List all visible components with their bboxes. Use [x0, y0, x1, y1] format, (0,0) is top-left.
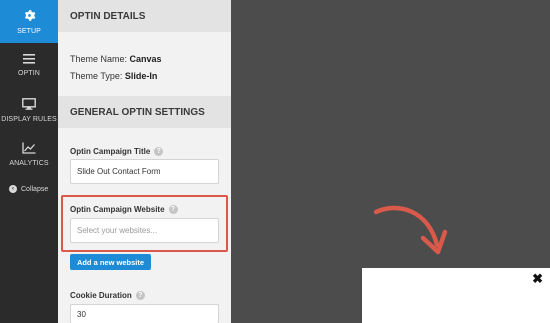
- campaign-title-input[interactable]: Slide Out Contact Form: [70, 159, 219, 184]
- nav-item-display-rules[interactable]: DISPLAY RULES: [0, 98, 58, 128]
- curved-arrow-annotation: [373, 205, 448, 255]
- nav-item-optin[interactable]: OPTIN: [0, 54, 58, 84]
- theme-name-line: Theme Name: Canvas: [70, 51, 162, 68]
- preview-area: ✖: [231, 0, 550, 323]
- highlight-annotation-box: [61, 195, 228, 252]
- nav-label-optin: OPTIN: [18, 70, 40, 77]
- theme-type-value: Slide-In: [124, 71, 158, 81]
- close-icon[interactable]: ✖: [532, 271, 543, 287]
- menu-icon: [0, 54, 58, 66]
- add-website-button[interactable]: Add a new website: [70, 254, 151, 270]
- nav-item-analytics[interactable]: ANALYTICS: [0, 142, 58, 172]
- gear-icon: [0, 9, 58, 24]
- theme-type-line: Theme Type: Slide-In: [70, 68, 162, 85]
- nav-label-display-rules: DISPLAY RULES: [1, 116, 57, 123]
- cookie-duration-input[interactable]: 30: [70, 304, 219, 323]
- monitor-icon: [0, 98, 58, 112]
- theme-type-label: Theme Type:: [70, 71, 123, 81]
- cookie-duration-label: Cookie Duration ?: [70, 291, 145, 300]
- collapse-button[interactable]: ‹ Collapse: [9, 185, 48, 193]
- cookie-duration-label-text: Cookie Duration: [70, 291, 132, 300]
- optin-details-header: OPTIN DETAILS: [58, 0, 231, 32]
- chart-icon: [0, 142, 58, 156]
- nav-item-setup[interactable]: SETUP: [0, 0, 58, 43]
- help-icon[interactable]: ?: [154, 147, 164, 156]
- campaign-title-label: Optin Campaign Title ?: [70, 147, 164, 156]
- collapse-label: Collapse: [21, 185, 49, 193]
- theme-name-label: Theme Name:: [70, 54, 128, 64]
- settings-panel: OPTIN DETAILS Theme Name: Canvas Theme T…: [58, 0, 231, 323]
- chevron-left-icon: ‹: [9, 185, 17, 193]
- theme-name-value: Canvas: [129, 54, 162, 64]
- theme-info: Theme Name: Canvas Theme Type: Slide-In: [70, 51, 162, 85]
- help-icon[interactable]: ?: [135, 291, 145, 300]
- slide-in-preview: ✖: [362, 268, 550, 323]
- nav-label-analytics: ANALYTICS: [9, 160, 49, 167]
- campaign-title-label-text: Optin Campaign Title: [70, 147, 151, 156]
- left-nav: SETUP OPTIN DISPLAY RULES ANALYTICS ‹ Co…: [0, 0, 58, 323]
- nav-label-setup: SETUP: [17, 28, 41, 35]
- general-settings-header: GENERAL OPTIN SETTINGS: [58, 96, 231, 128]
